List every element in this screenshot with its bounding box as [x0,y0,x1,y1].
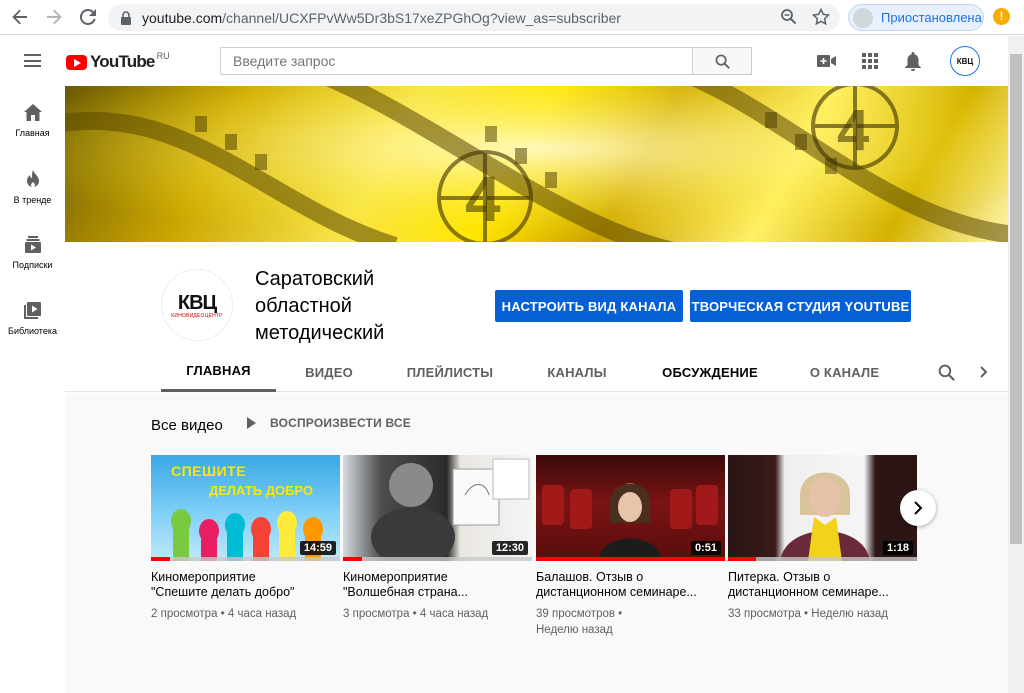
svg-text:4: 4 [837,98,869,163]
tab-home[interactable]: ГЛАВНАЯ [161,352,276,392]
thumbnail-caption-top: СПЕШИТЕ [171,463,247,479]
create-video-icon[interactable] [817,51,837,71]
watch-progress-bar [151,557,340,561]
video-duration: 1:18 [882,541,913,555]
video-title[interactable]: Киномероприятие "Спешите делать добро" [151,570,340,600]
watch-progress-bar [343,557,532,561]
channel-tabs: ГЛАВНАЯ ВИДЕО ПЛЕЙЛИСТЫ КАНАЛЫ ОБСУЖДЕНИ… [161,352,1001,392]
video-metadata: 2 просмотра • 4 часа назад [151,608,297,620]
browser-toolbar: youtube.com/channel/UCXFPvWw5Dr3bS17xeZP… [0,0,1024,35]
channel-content: Все видео ВОСПРОИЗВЕСТИ ВСЕ СПЕШИТЕ ДЕЛА… [65,393,1008,693]
home-icon [23,104,42,121]
youtube-logo[interactable]: YouTube RU [66,51,170,72]
watch-progress-bar [728,557,917,561]
notifications-bell-icon[interactable] [903,51,923,71]
youtube-studio-button[interactable]: ТВОРЧЕСКАЯ СТУДИЯ YOUTUBE [690,290,911,322]
channel-header: КВЦ КИНОВИДЕОЦЕНТР Саратовский областной… [65,242,1008,392]
warning-icon[interactable]: ! [993,8,1010,25]
tab-videos[interactable]: ВИДЕО [289,352,369,392]
menu-icon[interactable] [24,54,41,67]
guide-item-trending[interactable]: В тренде [0,152,65,212]
page-scrollbar[interactable] [1008,36,1024,693]
subscriptions-icon [24,236,41,253]
video-title[interactable]: Балашов. Отзыв о дистанционном семинаре..… [536,570,725,600]
profile-status-label: Приостановлена [881,10,982,25]
video-duration: 0:51 [690,541,721,555]
back-icon[interactable] [9,6,31,28]
video-duration: 14:59 [299,541,336,555]
play-icon [247,417,256,429]
apps-grid-icon[interactable] [860,51,880,71]
video-card[interactable]: 12:30 Киномероприятие "Волшебная страна..… [343,455,532,622]
shelf-title[interactable]: Все видео [151,417,223,434]
tabs-chevron-right-icon[interactable] [971,352,996,392]
video-duration: 12:30 [491,541,528,555]
video-metadata: 3 просмотра • 4 часа назад [343,608,489,620]
search-button[interactable] [692,47,752,75]
account-avatar[interactable]: КВЦ [950,46,980,76]
video-card[interactable]: 0:51 Балашов. Отзыв о дистанционном семин… [536,455,725,638]
channel-search-icon[interactable] [931,352,961,392]
youtube-play-icon [66,54,87,70]
video-title[interactable]: Питерка. Отзыв о дистанционном семинаре..… [728,570,917,600]
video-metadata: 39 просмотров • Неделю назад [536,608,623,636]
masthead: YouTube RU КВЦ [0,36,1008,86]
shelf-next-button[interactable] [900,490,936,526]
library-icon [24,302,41,319]
video-title[interactable]: Киномероприятие "Волшебная страна... [343,570,532,600]
svg-text:4: 4 [465,163,501,235]
channel-banner: 4 4 [65,86,1008,242]
profile-avatar [853,7,873,28]
tab-about[interactable]: О КАНАЛЕ [797,352,892,392]
reload-icon[interactable] [77,6,99,28]
video-thumbnail[interactable]: СПЕШИТЕ ДЕЛАТЬ ДОБРО 14:59 [151,455,340,561]
video-card[interactable]: СПЕШИТЕ ДЕЛАТЬ ДОБРО 14:59 Киномероприят… [151,455,340,622]
thumbnail-caption-bottom: ДЕЛАТЬ ДОБРО [209,483,314,498]
guide-item-library[interactable]: Библиотека [0,284,65,344]
tab-channels[interactable]: КАНАЛЫ [537,352,617,392]
watch-progress-bar [536,557,725,561]
scrollbar-thumb[interactable] [1010,54,1022,544]
flame-icon [26,170,39,187]
video-thumbnail[interactable]: 0:51 [536,455,725,561]
profile-button[interactable]: Приостановлена [848,4,984,31]
chevron-right-icon [914,501,923,515]
tab-discussion[interactable]: ОБСУЖДЕНИЕ [655,352,765,392]
customize-channel-button[interactable]: НАСТРОИТЬ ВИД КАНАЛА [495,290,683,322]
guide-sidebar: Главная В тренде Подписки Библиотека [0,86,65,693]
address-bar[interactable]: youtube.com/channel/UCXFPvWw5Dr3bS17xeZP… [108,4,840,31]
search-icon [715,54,730,69]
lock-icon [121,10,131,25]
search-input[interactable] [220,47,693,75]
film-reel-artwork: 4 4 [65,86,1008,242]
guide-item-subscriptions[interactable]: Подписки [0,218,65,278]
video-metadata: 33 просмотра • Неделю назад [728,608,888,620]
forward-icon[interactable] [43,6,65,28]
bookmark-star-icon[interactable] [812,8,830,26]
video-thumbnail[interactable]: 12:30 [343,455,532,561]
video-thumbnail[interactable]: 1:18 [728,455,917,561]
channel-title: Саратовский областной методический [255,268,385,344]
url-text: youtube.com/channel/UCXFPvWw5Dr3bS17xeZP… [142,9,621,26]
channel-avatar[interactable]: КВЦ КИНОВИДЕОЦЕНТР [161,269,233,341]
video-card[interactable]: 1:18 Питерка. Отзыв о дистанционном семин… [728,455,917,622]
tab-playlists[interactable]: ПЛЕЙЛИСТЫ [395,352,505,392]
guide-item-home[interactable]: Главная [0,86,65,146]
zoom-icon[interactable] [780,8,798,26]
play-all-button[interactable]: ВОСПРОИЗВЕСТИ ВСЕ [247,416,411,430]
